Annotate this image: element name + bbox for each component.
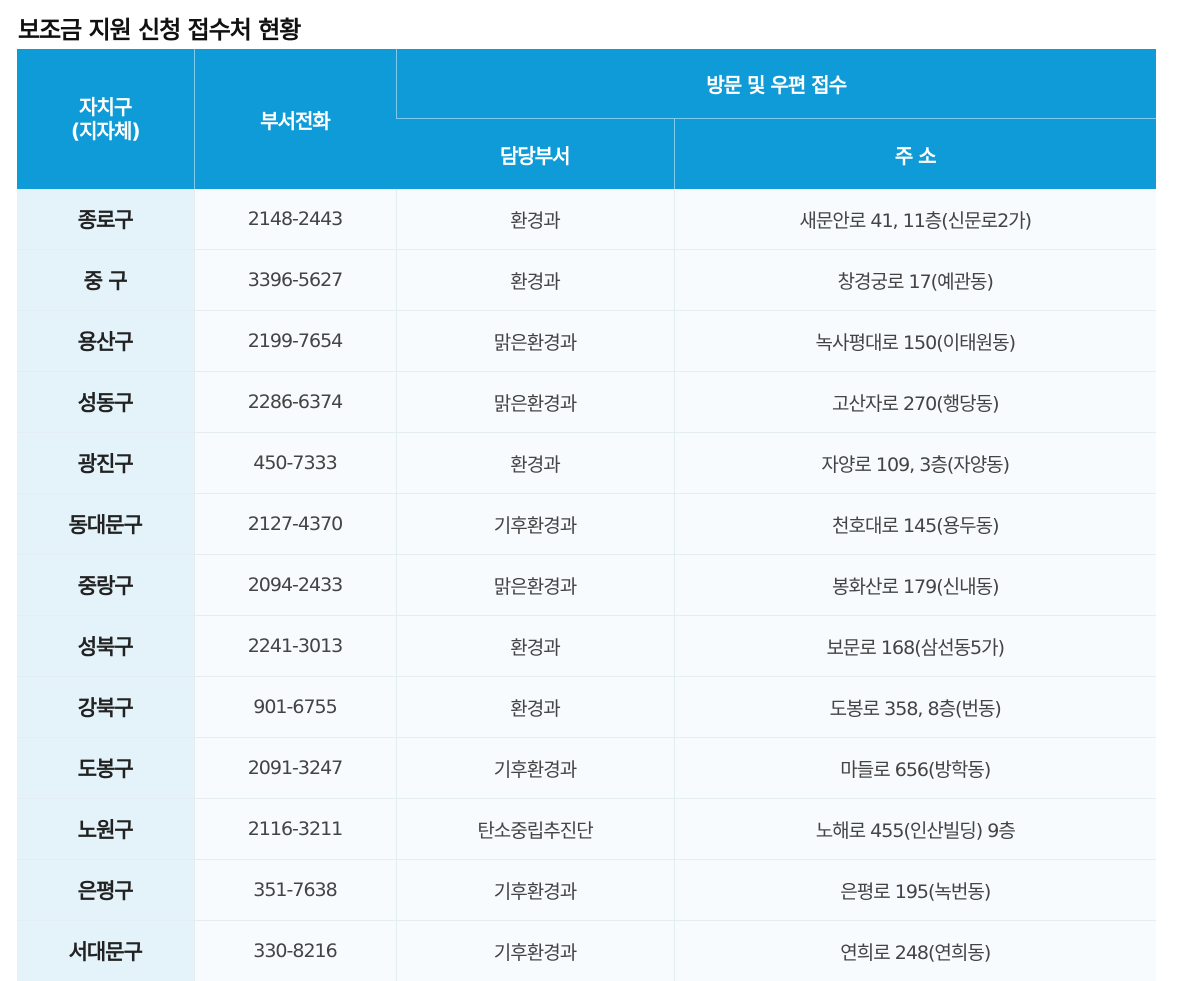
address-cell: 천호대로 145(용두동) [674, 494, 1156, 555]
department-cell: 기후환경과 [396, 738, 674, 799]
address-cell: 새문안로 41, 11층(신문로2가) [674, 189, 1156, 250]
phone-cell: 901-6755 [194, 677, 396, 738]
address-cell: 연희로 248(연희동) [674, 921, 1156, 981]
phone-cell: 2091-3247 [194, 738, 396, 799]
district-cell: 성북구 [17, 616, 194, 677]
phone-cell: 2116-3211 [194, 799, 396, 860]
department-cell: 맑은환경과 [396, 311, 674, 372]
table-row: 성북구2241-3013환경과보문로 168(삼선동5가) [17, 616, 1156, 677]
address-cell: 은평로 195(녹번동) [674, 860, 1156, 921]
phone-cell: 330-8216 [194, 921, 396, 981]
phone-cell: 2127-4370 [194, 494, 396, 555]
header-visit-mail: 방문 및 우편 접수 [396, 49, 1156, 119]
address-cell: 고산자로 270(행당동) [674, 372, 1156, 433]
table-row: 용산구2199-7654맑은환경과녹사평대로 150(이태원동) [17, 311, 1156, 372]
header-district: 자치구 (지자체) [17, 49, 194, 189]
department-cell: 탄소중립추진단 [396, 799, 674, 860]
department-cell: 환경과 [396, 250, 674, 311]
phone-cell: 450-7333 [194, 433, 396, 494]
district-cell: 도봉구 [17, 738, 194, 799]
department-cell: 기후환경과 [396, 921, 674, 981]
header-district-line2: (지자체) [71, 119, 139, 143]
district-cell: 성동구 [17, 372, 194, 433]
district-cell: 광진구 [17, 433, 194, 494]
address-cell: 노해로 455(인산빌딩) 9층 [674, 799, 1156, 860]
header-address: 주 소 [674, 119, 1156, 190]
phone-cell: 2286-6374 [194, 372, 396, 433]
address-cell: 창경궁로 17(예관동) [674, 250, 1156, 311]
table-row: 중랑구2094-2433맑은환경과봉화산로 179(신내동) [17, 555, 1156, 616]
district-cell: 강북구 [17, 677, 194, 738]
table-row: 광진구450-7333환경과자양로 109, 3층(자양동) [17, 433, 1156, 494]
header-department: 담당부서 [396, 119, 674, 190]
district-cell: 용산구 [17, 311, 194, 372]
department-cell: 환경과 [396, 677, 674, 738]
district-cell: 노원구 [17, 799, 194, 860]
header-district-line1: 자치구 [79, 95, 131, 119]
address-cell: 마들로 656(방학동) [674, 738, 1156, 799]
phone-cell: 2094-2433 [194, 555, 396, 616]
department-cell: 환경과 [396, 433, 674, 494]
address-cell: 녹사평대로 150(이태원동) [674, 311, 1156, 372]
page-title: 보조금 지원 신청 접수처 현황 [18, 10, 300, 45]
header-phone: 부서전화 [194, 49, 396, 189]
district-cell: 은평구 [17, 860, 194, 921]
address-cell: 봉화산로 179(신내동) [674, 555, 1156, 616]
address-cell: 도봉로 358, 8층(번동) [674, 677, 1156, 738]
phone-cell: 2241-3013 [194, 616, 396, 677]
district-cell: 중랑구 [17, 555, 194, 616]
department-cell: 기후환경과 [396, 860, 674, 921]
department-cell: 기후환경과 [396, 494, 674, 555]
table-row: 동대문구2127-4370기후환경과천호대로 145(용두동) [17, 494, 1156, 555]
department-cell: 맑은환경과 [396, 555, 674, 616]
table-row: 노원구2116-3211탄소중립추진단노해로 455(인산빌딩) 9층 [17, 799, 1156, 860]
table-header: 자치구 (지자체) 부서전화 방문 및 우편 접수 담당부서 주 소 [17, 49, 1156, 189]
table-row: 은평구351-7638기후환경과은평로 195(녹번동) [17, 860, 1156, 921]
address-cell: 보문로 168(삼선동5가) [674, 616, 1156, 677]
district-cell: 동대문구 [17, 494, 194, 555]
table-row: 도봉구2091-3247기후환경과마들로 656(방학동) [17, 738, 1156, 799]
address-cell: 자양로 109, 3층(자양동) [674, 433, 1156, 494]
table-row: 서대문구330-8216기후환경과연희로 248(연희동) [17, 921, 1156, 981]
phone-cell: 3396-5627 [194, 250, 396, 311]
district-cell: 중 구 [17, 250, 194, 311]
office-table: 자치구 (지자체) 부서전화 방문 및 우편 접수 담당부서 주 소 종로구21… [17, 49, 1156, 981]
department-cell: 환경과 [396, 616, 674, 677]
phone-cell: 2148-2443 [194, 189, 396, 250]
district-cell: 종로구 [17, 189, 194, 250]
table-row: 종로구2148-2443환경과새문안로 41, 11층(신문로2가) [17, 189, 1156, 250]
table-body: 종로구2148-2443환경과새문안로 41, 11층(신문로2가)중 구339… [17, 189, 1156, 981]
department-cell: 환경과 [396, 189, 674, 250]
phone-cell: 2199-7654 [194, 311, 396, 372]
department-cell: 맑은환경과 [396, 372, 674, 433]
table-row: 성동구2286-6374맑은환경과고산자로 270(행당동) [17, 372, 1156, 433]
phone-cell: 351-7638 [194, 860, 396, 921]
district-cell: 서대문구 [17, 921, 194, 981]
table-row: 강북구901-6755환경과도봉로 358, 8층(번동) [17, 677, 1156, 738]
table-row: 중 구3396-5627환경과창경궁로 17(예관동) [17, 250, 1156, 311]
